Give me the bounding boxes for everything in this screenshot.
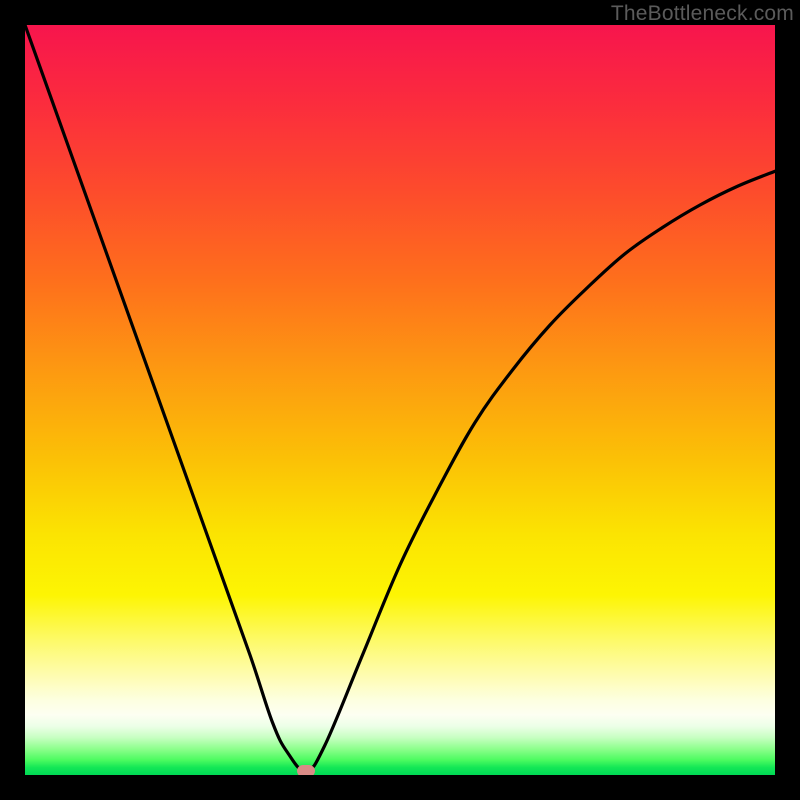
minimum-marker [297, 765, 315, 775]
chart-frame: TheBottleneck.com [0, 0, 800, 800]
plot-area [25, 25, 775, 775]
attribution-text: TheBottleneck.com [611, 2, 794, 26]
bottleneck-curve [25, 25, 775, 775]
